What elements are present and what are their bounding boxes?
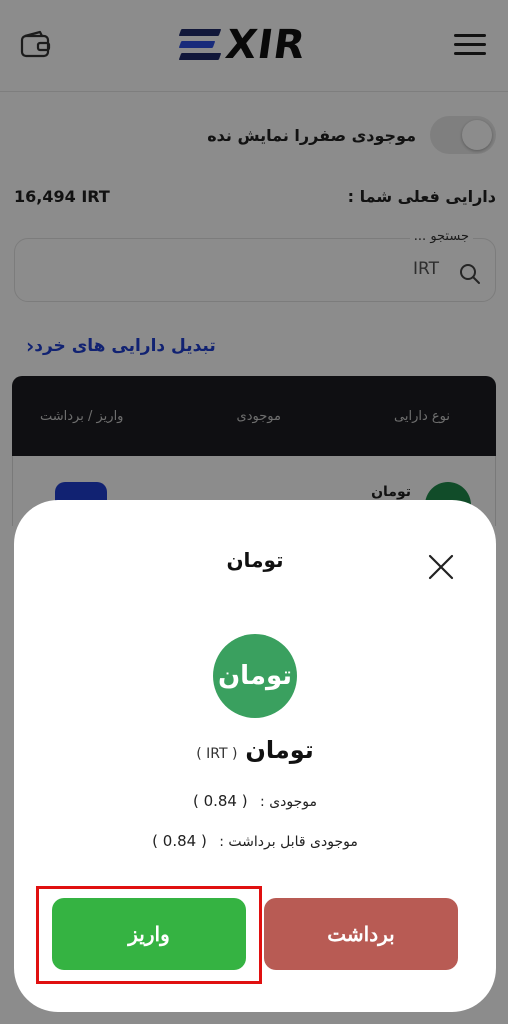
coin-name-row: تومان ( IRT ) — [14, 736, 496, 764]
toman-coin-icon: تومان — [213, 634, 297, 718]
withdrawable-info: موجودی قابل برداشت : ( 0.84 ) — [14, 832, 496, 850]
close-icon[interactable] — [428, 554, 454, 580]
withdrawable-value: ( 0.84 ) — [152, 832, 207, 850]
modal-balance-label: موجودی : — [260, 794, 318, 810]
modal-title: تومان — [226, 548, 284, 572]
balance-info: موجودی : ( 0.84 ) — [14, 792, 496, 810]
coin-logo-text: تومان — [217, 661, 293, 691]
coin-symbol: ( IRT ) — [196, 746, 238, 762]
withdrawable-label: موجودی قابل برداشت : — [219, 834, 358, 850]
modal-balance-value: ( 0.84 ) — [192, 792, 248, 810]
withdraw-button[interactable]: برداشت — [264, 898, 458, 970]
deposit-highlight-box — [36, 886, 262, 984]
coin-name: تومان — [245, 736, 314, 764]
